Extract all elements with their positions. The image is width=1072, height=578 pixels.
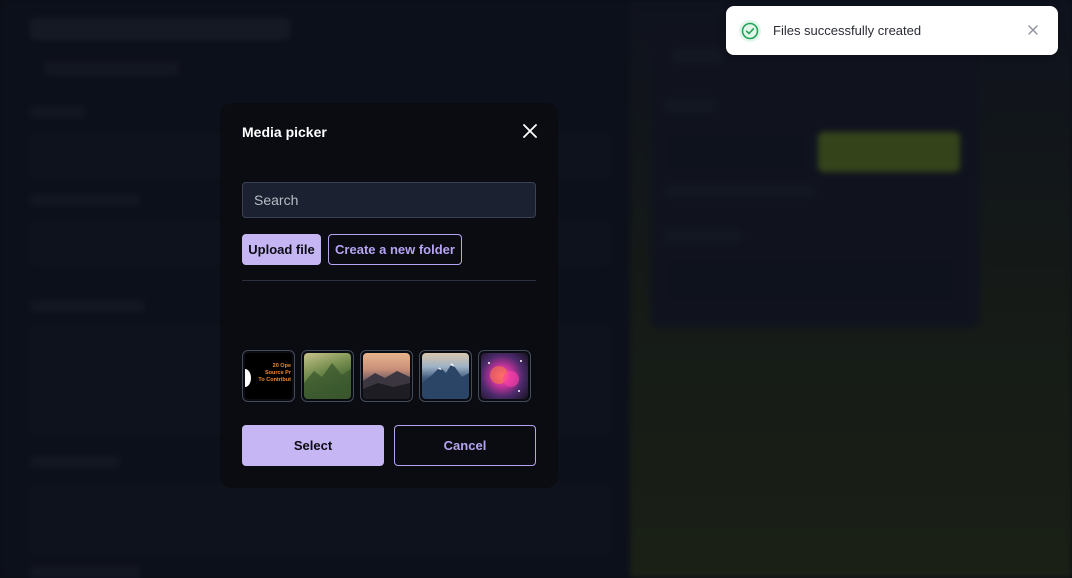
create-folder-button[interactable]: Create a new folder [328, 234, 462, 265]
divider [242, 280, 536, 281]
success-toast: Files successfully created [726, 6, 1058, 55]
banner-text: 20 Ope Source Pr To Contribut [258, 363, 291, 383]
thumbnail-snowy-peaks [422, 353, 469, 399]
media-item[interactable] [419, 350, 472, 402]
thumbnail-sunset-mountains [363, 353, 410, 399]
close-icon [523, 124, 537, 138]
mountain-graphic [422, 363, 469, 399]
nebula-graphic [488, 360, 522, 392]
dialog-title: Media picker [242, 124, 327, 140]
select-button[interactable]: Select [242, 425, 384, 466]
media-item[interactable] [301, 350, 354, 402]
close-dialog-button[interactable] [520, 121, 540, 141]
thumbnail-open-source-banner: 20 Ope Source Pr To Contribut [245, 353, 292, 399]
close-icon [1028, 25, 1038, 35]
cancel-button[interactable]: Cancel [394, 425, 536, 466]
thumbnail-nebula [481, 353, 528, 399]
mountain-graphic [304, 363, 351, 399]
toast-close-button[interactable] [1026, 23, 1040, 37]
banner-arc [245, 369, 251, 387]
toast-message: Files successfully created [773, 23, 922, 38]
media-grid: 20 Ope Source Pr To Contribut [242, 350, 531, 402]
media-item[interactable] [478, 350, 531, 402]
mountain-graphic [363, 371, 410, 399]
media-item[interactable]: 20 Ope Source Pr To Contribut [242, 350, 295, 402]
upload-file-button[interactable]: Upload file [242, 234, 321, 265]
media-picker-dialog: Media picker Upload file Create a new fo… [220, 103, 558, 488]
search-input[interactable] [242, 182, 536, 218]
media-item[interactable] [360, 350, 413, 402]
thumbnail-green-mountains [304, 353, 351, 399]
check-circle-icon [739, 20, 761, 42]
